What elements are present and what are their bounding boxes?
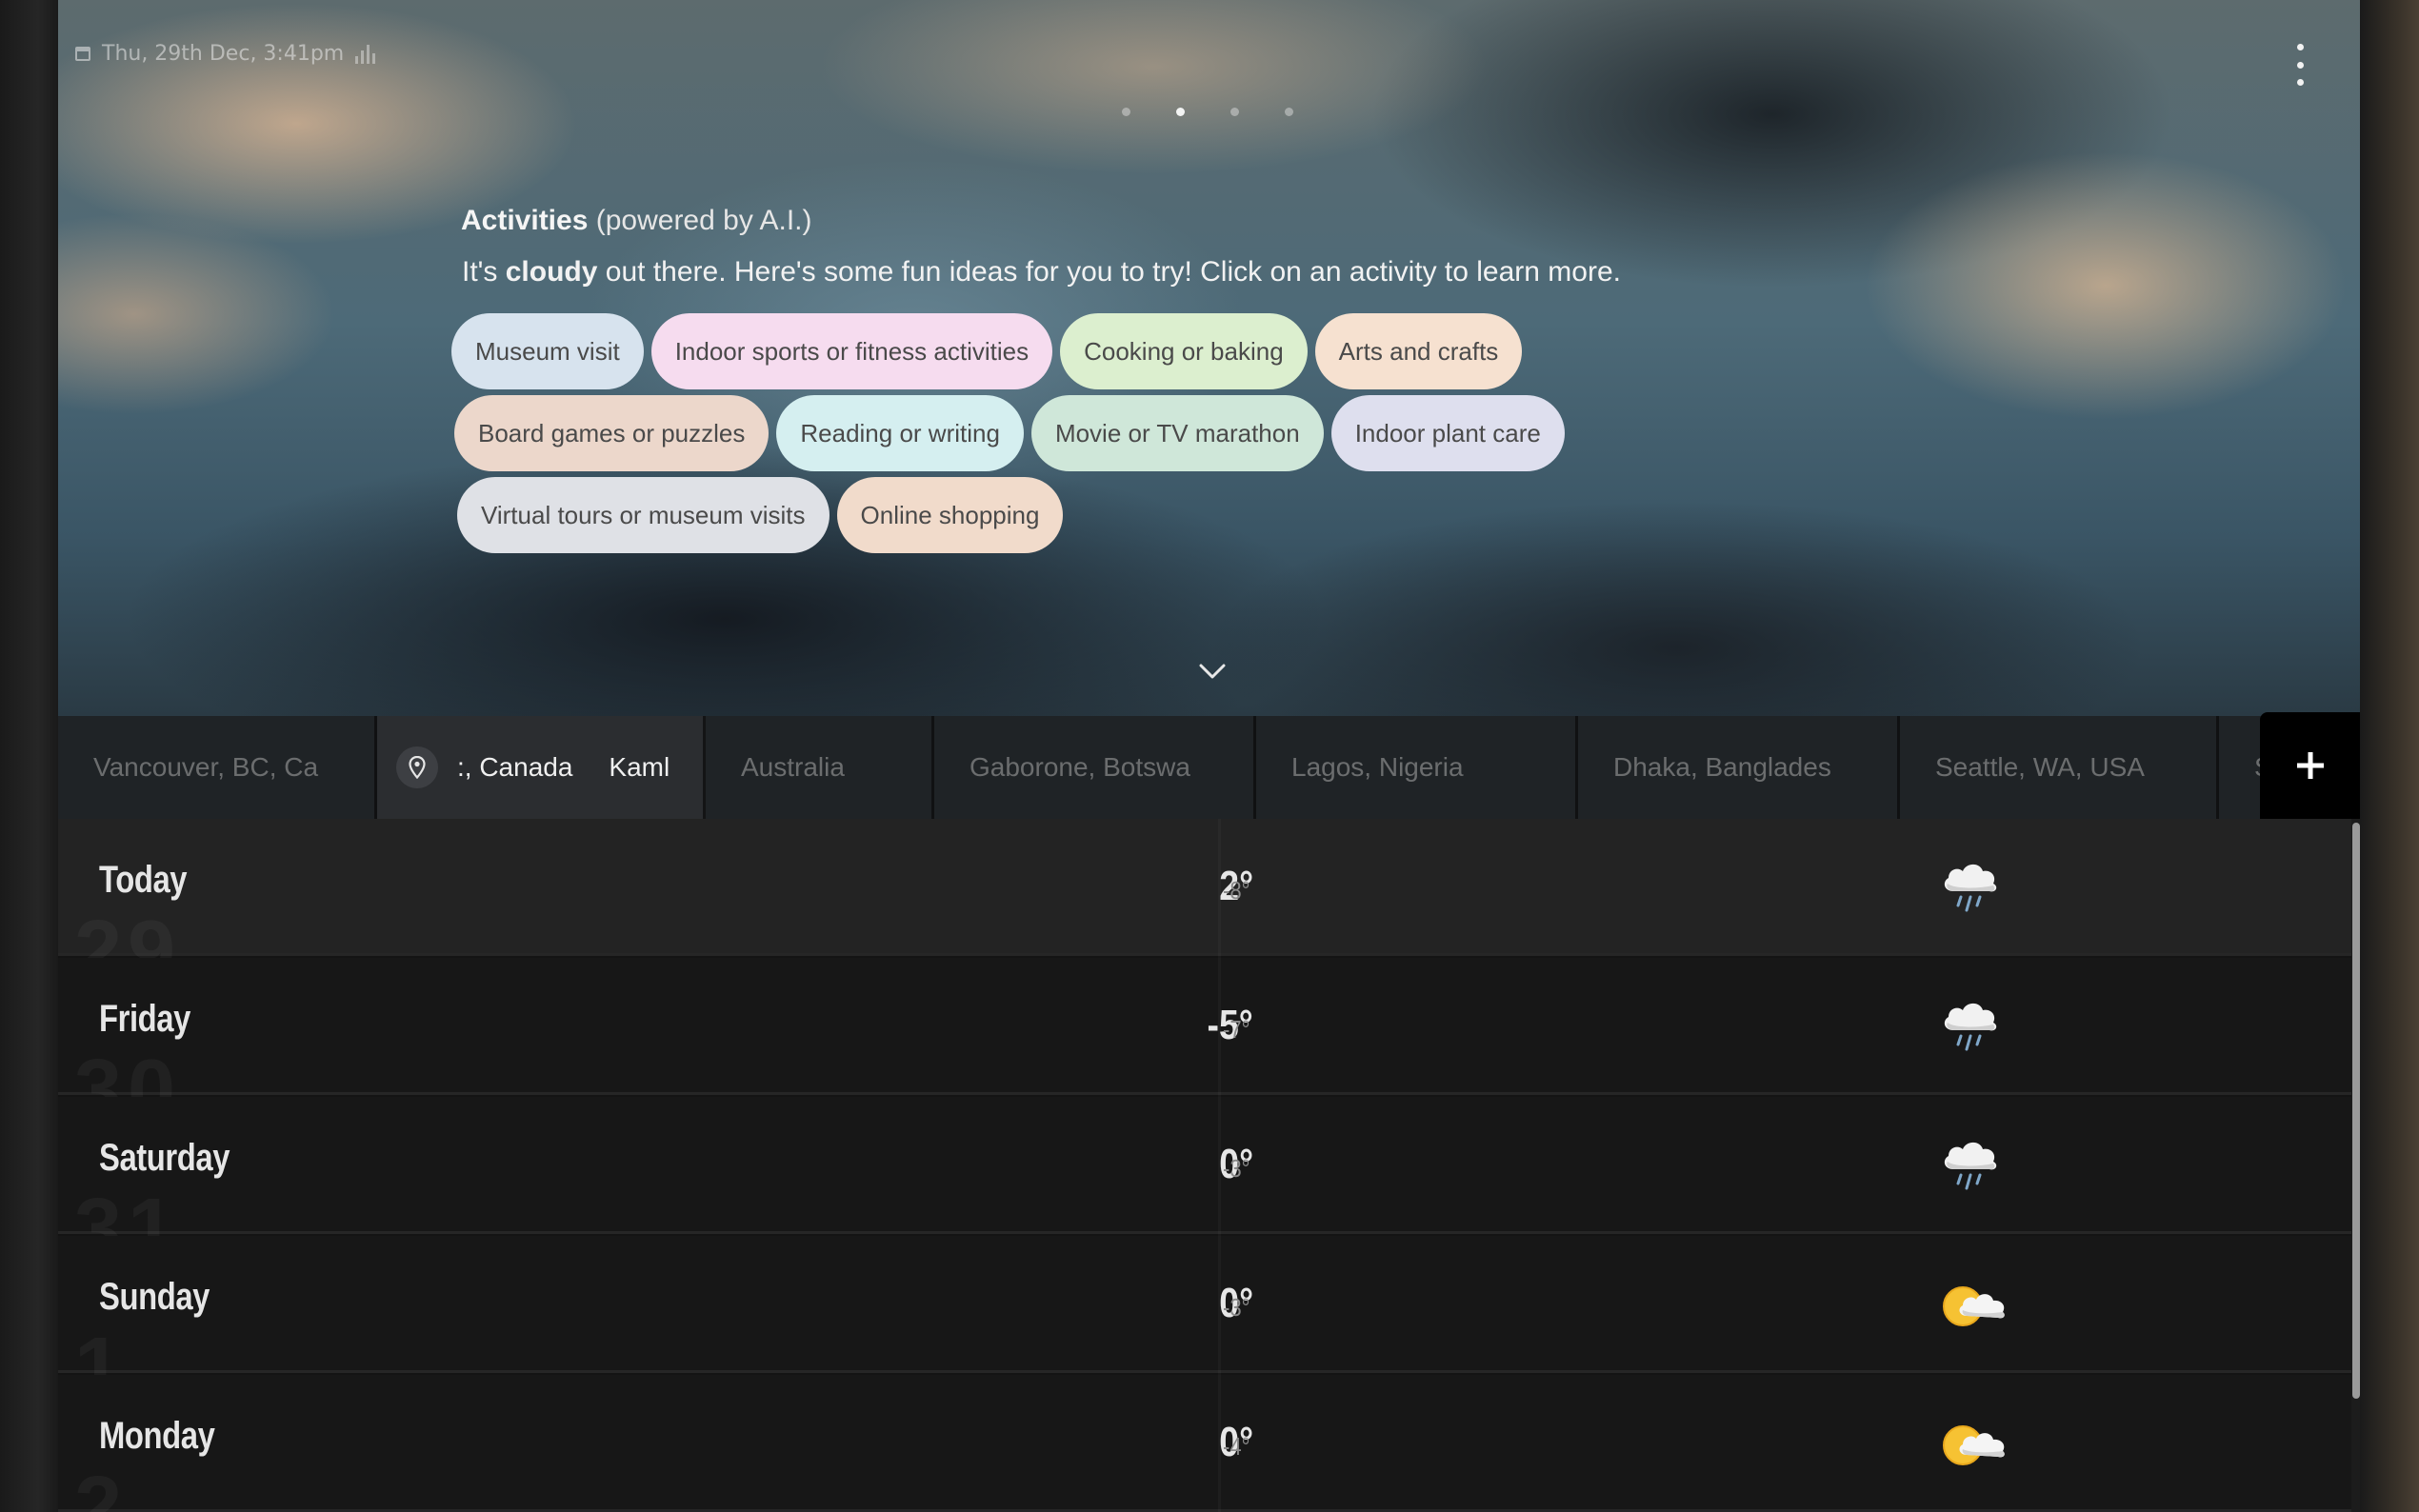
forecast-row[interactable]: 30Friday-5°-7° [58,958,2351,1138]
location-tab[interactable]: Seattle, WA, USA [1900,716,2219,819]
weather-app: Thu, 29th Dec, 3:41pm Activities (powere… [58,0,2360,1512]
forecast-low-temp: -4° [1223,1432,1250,1461]
forecast-low-temp: -3° [1223,1293,1250,1322]
add-location-button[interactable]: + [2260,712,2360,819]
page-dot[interactable] [1176,108,1185,116]
activities-title-bold: Activities [461,205,589,236]
activities-subtitle: It's cloudy out there. Here's some fun i… [462,256,1975,288]
forecast-low-temp: -8° [1223,876,1250,905]
activities-title-rest: (powered by A.I.) [595,205,812,236]
sun-behind-cloud-icon [1943,1425,2005,1465]
forecast-low-temp: -3° [1223,1154,1250,1183]
activity-chip[interactable]: Reading or writing [776,395,1024,471]
forecast-day-name: Friday [99,998,190,1040]
menu-dot [2296,61,2304,69]
location-tab-label: Vancouver, BC, Ca [93,752,319,782]
activity-chip[interactable]: Online shopping [836,477,1064,553]
location-tab-label: Seattle, WA, USA [1935,752,2145,782]
activity-chip[interactable]: Board games or puzzles [454,395,770,471]
activity-chip[interactable]: Indoor sports or fitness activities [650,313,1053,389]
activity-chip[interactable]: Virtual tours or museum visits [457,477,830,553]
location-tab-label: :, Canada [457,752,573,782]
rain-cloud-icon [1944,1003,1997,1051]
more-menu-button[interactable] [2289,44,2311,86]
scrollbar-thumb[interactable] [2352,823,2360,1399]
forecast-day-name: Today [99,859,188,901]
forecast-row[interactable]: 29Today2°-8° [58,819,2351,999]
forecast-day-name: Monday [99,1415,215,1457]
activity-chip[interactable]: Indoor plant care [1330,395,1565,471]
app-frame: Thu, 29th Dec, 3:41pm Activities (powere… [0,0,2419,1512]
location-pin-icon [396,746,438,788]
page-dot[interactable] [1285,108,1293,116]
subtitle-post: out there. Here's some fun ideas for you… [605,256,1621,288]
activity-chip[interactable]: Arts and crafts [1314,313,1523,389]
location-tab[interactable]: Dhaka, Banglades [1578,716,1900,819]
location-tab[interactable]: Australia [706,716,934,819]
forecast-day-name: Sunday [99,1276,210,1318]
rain-cloud-icon [1944,1142,1997,1190]
activities-panel: Activities (powered by A.I.) It's cloudy… [451,205,1975,553]
forecast-row[interactable]: 31Saturday0°-3° [58,1097,2351,1277]
status-bar: Thu, 29th Dec, 3:41pm [75,42,376,66]
location-tab[interactable]: Gaborone, Botswa [934,716,1256,819]
menu-dot [2296,79,2304,86]
location-tab[interactable]: Vancouver, BC, Ca [58,716,377,819]
plus-icon [2296,752,2324,779]
calendar-icon [75,47,90,61]
daily-forecast-list: 29Today2°-8°30Friday-5°-7°31Saturday0°-3… [58,819,2351,1512]
activity-chip[interactable]: Cooking or baking [1060,313,1308,389]
hero-sky-background: Thu, 29th Dec, 3:41pm Activities (powere… [58,0,2360,716]
activity-chips: Museum visit Indoor sports or fitness act… [451,313,1975,553]
page-indicator [1122,108,1293,116]
signal-bars-icon [355,44,376,64]
sun-behind-cloud-icon [1943,1286,2005,1326]
activities-title: Activities (powered by A.I.) [461,205,1975,237]
location-tab-label: Australia [741,752,845,782]
menu-dot [2296,44,2304,50]
activity-chip[interactable]: Museum visit [451,313,644,389]
chevron-down-icon[interactable] [1198,657,1227,686]
location-tab-label: Gaborone, Botswa [970,752,1190,782]
location-tab[interactable]: Lagos, Nigeria [1256,716,1578,819]
activity-chip-row: Board games or puzzles Reading or writing… [454,395,1975,471]
ghost-date-number: 2 [74,1459,128,1512]
activity-chip[interactable]: Movie or TV marathon [1030,395,1324,471]
page-dot[interactable] [1230,108,1239,116]
page-dot[interactable] [1122,108,1130,116]
activity-chip-row: Virtual tours or museum visits Online sho… [457,477,1975,553]
forecast-day-name: Saturday [99,1137,230,1179]
location-tab-label: Lagos, Nigeria [1291,752,1464,782]
forecast-row[interactable]: 1Sunday0°-3° [58,1236,2351,1416]
location-tab-label-next: Kaml [609,752,670,782]
datetime-text: Thu, 29th Dec, 3:41pm [102,42,345,66]
column-divider [1218,819,1221,1512]
forecast-row[interactable]: 2Monday0°-4° [58,1375,2351,1512]
subtitle-condition: cloudy [505,256,598,288]
location-tab-label: Dhaka, Banglades [1613,752,1831,782]
activity-chip-row: Museum visit Indoor sports or fitness act… [451,313,1975,389]
rain-cloud-icon [1944,864,1997,912]
location-tab[interactable]: :, Canada Kaml [377,716,706,819]
forecast-low-temp: -7° [1223,1015,1250,1044]
location-tabs: Vancouver, BC, Ca :, Canada Kaml Australia G… [58,716,2360,819]
subtitle-pre: It's [462,256,498,288]
